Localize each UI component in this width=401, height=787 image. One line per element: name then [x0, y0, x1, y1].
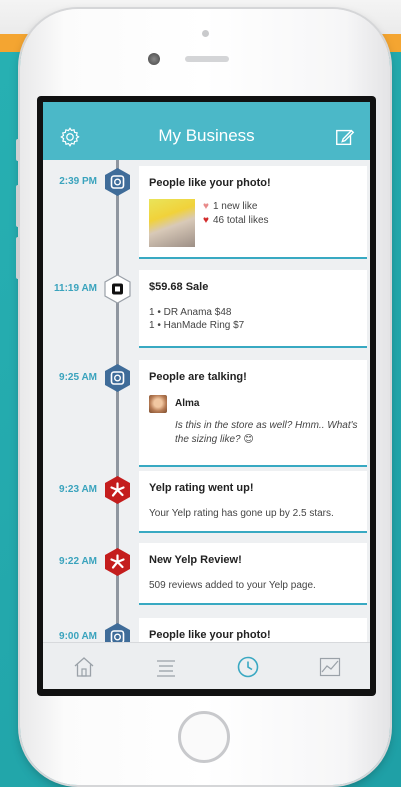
- feed-card[interactable]: New Yelp Review! 509 reviews added to yo…: [139, 543, 367, 605]
- yelp-icon: [105, 476, 130, 504]
- phone-frame: My Business 2:39 PM People like your pho…: [16, 9, 390, 785]
- chart-icon: [319, 657, 341, 676]
- feed-card[interactable]: People like your photo! ♥ 1 new like ♥ 46 …: [139, 166, 367, 259]
- app-header: My Business: [43, 102, 370, 160]
- total-likes-line: ♥ 46 total likes: [203, 215, 269, 226]
- card-title: People like your photo!: [149, 177, 271, 189]
- card-title: $59.68 Sale: [149, 281, 209, 293]
- square-icon: [104, 274, 131, 304]
- sensor-dot: [202, 30, 209, 37]
- card-text: 509 reviews added to your Yelp page.: [149, 580, 316, 591]
- timestamp: 2:39 PM: [59, 176, 97, 187]
- home-icon: [74, 656, 94, 677]
- earpiece-speaker: [185, 56, 229, 62]
- app-screen: My Business 2:39 PM People like your pho…: [43, 102, 370, 689]
- commenter-name: Alma: [175, 398, 200, 409]
- activity-feed[interactable]: 2:39 PM People like your photo! ♥ 1 new l…: [43, 160, 370, 642]
- home-button[interactable]: [178, 711, 230, 763]
- card-title: Yelp rating went up!: [149, 482, 254, 494]
- card-title: New Yelp Review!: [149, 554, 242, 566]
- card-text: Your Yelp rating has gone up by 2.5 star…: [149, 508, 334, 519]
- list-icon: [157, 659, 175, 677]
- feed-card[interactable]: Yelp rating went up! Your Yelp rating ha…: [139, 471, 367, 533]
- new-like-line: ♥ 1 new like: [203, 201, 258, 212]
- page-title: My Business: [158, 126, 255, 145]
- instagram-icon: [105, 623, 130, 642]
- compose-icon[interactable]: [334, 126, 356, 148]
- tab-menu[interactable]: [125, 643, 207, 689]
- sale-item: 1 • DR Anama $48: [149, 307, 232, 318]
- feed-card[interactable]: People like your photo!: [139, 618, 367, 642]
- instagram-icon: [105, 168, 130, 196]
- heart-icon: ♥: [203, 215, 209, 226]
- tab-bar: [43, 642, 370, 689]
- tab-stats[interactable]: [289, 643, 370, 689]
- comment-text: Is this in the store as well? Hmm.. What…: [175, 420, 358, 445]
- tab-home[interactable]: [43, 643, 125, 689]
- clock-icon: [237, 656, 259, 677]
- mute-switch: [16, 139, 20, 161]
- feed-card[interactable]: People are talking! Alma Is this in the …: [139, 360, 367, 467]
- card-title: People like your photo!: [149, 629, 271, 641]
- timestamp: 9:25 AM: [59, 372, 97, 383]
- feed-card[interactable]: $59.68 Sale 1 • DR Anama $48 1 • HanMade…: [139, 270, 367, 348]
- tab-activity[interactable]: [207, 643, 289, 689]
- timestamp: 9:00 AM: [59, 631, 97, 642]
- front-camera: [148, 53, 160, 65]
- timestamp: 9:23 AM: [59, 484, 97, 495]
- photo-thumbnail[interactable]: [149, 199, 195, 247]
- timestamp: 9:22 AM: [59, 556, 97, 567]
- volume-down-button: [16, 237, 20, 279]
- yelp-icon: [105, 548, 130, 576]
- card-title: People are talking!: [149, 371, 247, 383]
- screen-bezel: My Business 2:39 PM People like your pho…: [37, 96, 376, 696]
- volume-up-button: [16, 185, 20, 227]
- avatar[interactable]: [149, 395, 167, 413]
- sale-item: 1 • HanMade Ring $7: [149, 320, 245, 331]
- heart-outline-icon: ♥: [203, 201, 209, 212]
- timestamp: 11:19 AM: [54, 283, 97, 294]
- instagram-icon: [105, 364, 130, 392]
